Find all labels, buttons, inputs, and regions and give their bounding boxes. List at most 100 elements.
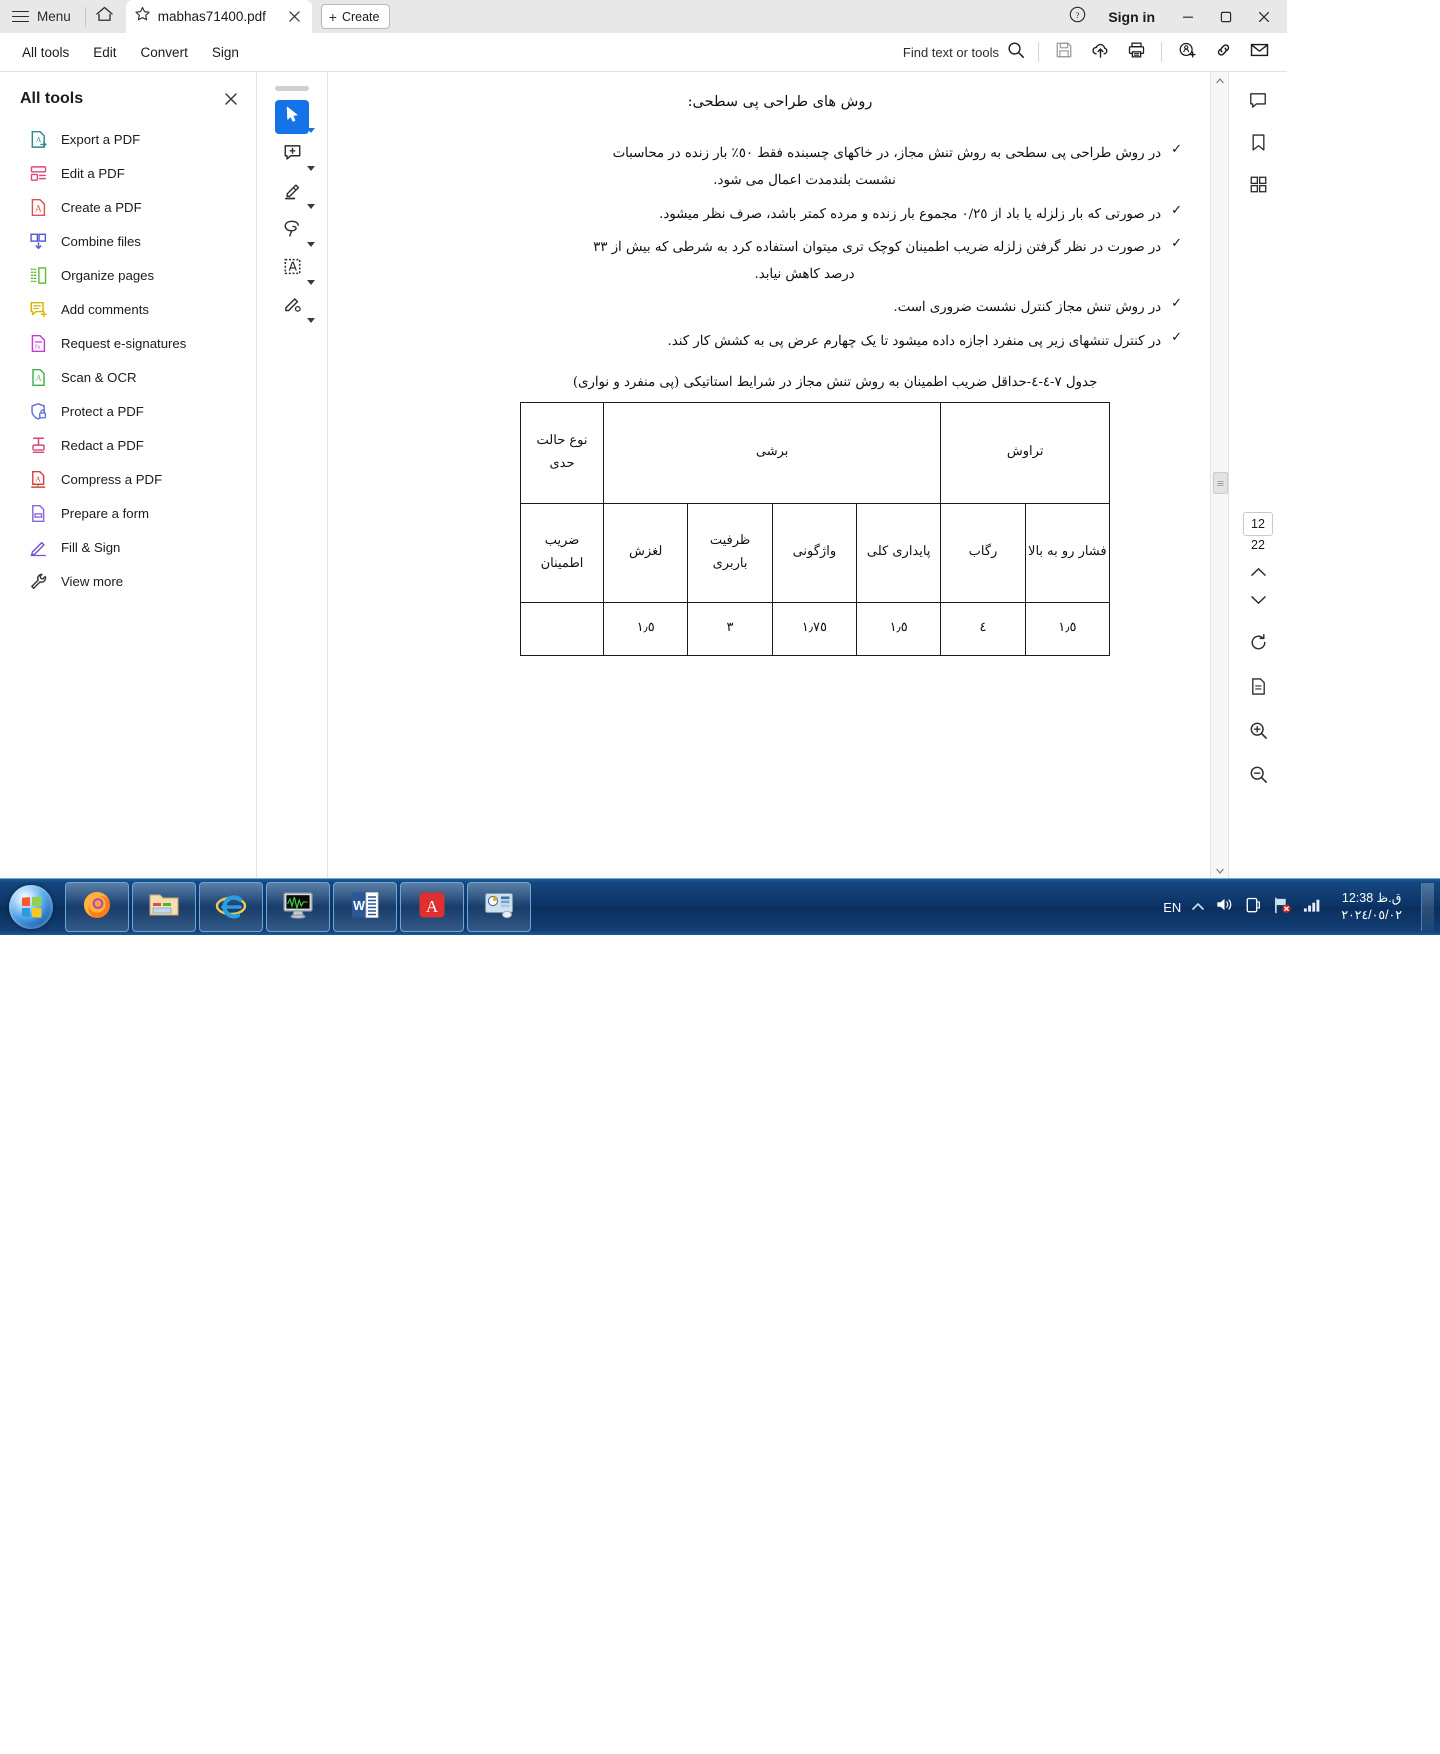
tool-create-a-pdf[interactable]: A Create a PDF [0, 190, 256, 224]
tool-combine-files[interactable]: Combine files [0, 224, 256, 258]
table-row: ١٫٥ ٤ ١٫٥ ١٫٧٥ ٣ ١٫٥ [520, 601, 1111, 656]
scroll-down-arrow[interactable] [1211, 862, 1228, 879]
divider [1038, 42, 1039, 62]
edit-pdf-icon [28, 163, 48, 183]
show-desktop-button[interactable] [1421, 883, 1434, 931]
email-button[interactable] [1241, 37, 1277, 67]
volume-icon[interactable] [1215, 896, 1234, 918]
acrobat-taskbar-button[interactable]: A [400, 882, 464, 932]
acrobat-taskbar-icon: A [417, 890, 447, 925]
tool-label: Combine files [61, 233, 141, 249]
tool-view-more[interactable]: View more [0, 564, 256, 598]
word-taskbar-button[interactable]: W [333, 882, 397, 932]
utility-taskbar-button[interactable] [467, 882, 531, 932]
language-indicator[interactable]: EN [1163, 900, 1181, 915]
tool-edit-a-pdf[interactable]: Edit a PDF [0, 156, 256, 190]
signal-icon[interactable] [1303, 897, 1322, 918]
rotate-button[interactable] [1241, 628, 1275, 662]
sign-in-button[interactable]: Sign in [1094, 9, 1169, 25]
file-explorer-taskbar-button[interactable] [132, 882, 196, 932]
text-edit-tool-button[interactable] [275, 252, 315, 286]
close-button[interactable] [1245, 0, 1283, 33]
show-hidden-icon[interactable] [1192, 898, 1205, 916]
value-cell: ١٫٥ [856, 601, 942, 656]
menu-button[interactable]: Menu [0, 0, 81, 33]
minimize-button[interactable] [1169, 0, 1207, 33]
select-tool-button[interactable] [275, 100, 315, 134]
svg-text:fx: fx [34, 343, 40, 350]
bullet-item: ✓ در روش تنش مجاز کنترل نشست ضروری است. [448, 294, 1182, 321]
link-button[interactable] [1205, 37, 1241, 67]
next-page-button[interactable] [1241, 588, 1275, 614]
power-icon[interactable] [1245, 896, 1262, 919]
help-button[interactable]: ? [1060, 0, 1094, 33]
tool-compress-a-pdf[interactable]: A Compress a PDF [0, 462, 256, 496]
document-viewer[interactable]: روش های طراحی پی سطحی: ✓ در روش طراحی پی… [328, 72, 1228, 879]
add-stamp-button[interactable] [1169, 37, 1205, 67]
tool-export-a-pdf[interactable]: A Export a PDF [0, 122, 256, 156]
system-tray: EN 12:38 ق.ظ ٢٠٢٤/٠٥/٠٢ [1163, 883, 1440, 931]
bookmark-button[interactable] [1241, 128, 1275, 162]
internet-explorer-taskbar-icon [214, 890, 248, 925]
page-fit-button[interactable] [1241, 672, 1275, 706]
tool-redact-a-pdf[interactable]: Redact a PDF [0, 428, 256, 462]
comment-panel-button[interactable] [1241, 86, 1275, 120]
fill-sign-icon [28, 537, 48, 557]
utility-taskbar-icon [483, 891, 515, 924]
cmd-edit[interactable]: Edit [81, 40, 128, 65]
tool-scan-and-ocr[interactable]: A Scan & OCR [0, 360, 256, 394]
create-button[interactable]: + Create [320, 4, 390, 29]
close-panel-icon[interactable] [220, 88, 242, 110]
cmd-all-tools[interactable]: All tools [10, 40, 81, 65]
cmd-sign[interactable]: Sign [200, 40, 251, 65]
internet-explorer-taskbar-button[interactable] [199, 882, 263, 932]
tool-protect-a-pdf[interactable]: Protect a PDF [0, 394, 256, 428]
tool-label: Scan & OCR [61, 369, 137, 385]
print-button[interactable] [1118, 37, 1154, 67]
highlight-tool-button[interactable] [275, 176, 315, 210]
firefox-taskbar-button[interactable] [65, 882, 129, 932]
tool-label: Export a PDF [61, 131, 141, 147]
group-header-cell: نوع حالت حدی [520, 401, 604, 504]
previous-page-button[interactable] [1241, 560, 1275, 586]
thumbnails-button[interactable] [1241, 170, 1275, 204]
comment-tool-button[interactable] [275, 138, 315, 172]
cloud-upload-button[interactable] [1082, 37, 1118, 67]
email-icon [1250, 42, 1269, 63]
page-number-input[interactable]: 12 [1243, 512, 1273, 536]
save-button[interactable] [1046, 37, 1082, 67]
draw-tool-button[interactable] [275, 214, 315, 248]
tool-organize-pages[interactable]: Organize pages [0, 258, 256, 292]
clock[interactable]: 12:38 ق.ظ ٢٠٢٤/٠٥/٠٢ [1333, 890, 1410, 924]
document-tab[interactable]: mabhas71400.pdf [125, 0, 312, 33]
all-tools-panel: All tools A Export a PDF Edit a PDF A Cr… [0, 72, 257, 879]
divider [84, 6, 86, 27]
tool-add-comments[interactable]: Add comments [0, 292, 256, 326]
start-button[interactable] [2, 881, 60, 933]
tab-close-icon[interactable] [286, 8, 304, 26]
cmd-convert[interactable]: Convert [129, 40, 200, 65]
home-button[interactable] [90, 2, 120, 32]
scrollbar-thumb[interactable] [1213, 472, 1228, 494]
document-scrollbar[interactable] [1210, 72, 1228, 879]
find-label: Find text or tools [902, 44, 999, 60]
chevron-down-icon [1250, 592, 1266, 610]
maximize-button[interactable] [1207, 0, 1245, 33]
monitor-taskbar-icon [281, 891, 315, 924]
zoom-out-button[interactable] [1241, 760, 1275, 794]
fill-sign-tool-button[interactable] [275, 290, 315, 324]
header-cell: لغزش [602, 502, 689, 603]
tool-request-e-signatures[interactable]: fx Request e-signatures [0, 326, 256, 360]
star-icon[interactable] [134, 6, 151, 28]
tool-prepare-a-form[interactable]: Prepare a form [0, 496, 256, 530]
network-flag-icon[interactable] [1273, 896, 1292, 919]
find-button[interactable]: Find text or tools [903, 41, 1025, 64]
tool-fill-and-sign[interactable]: Fill & Sign [0, 530, 256, 564]
command-bar-menus: All tools Edit Convert Sign [0, 40, 251, 65]
chevron-up-icon [1250, 564, 1266, 582]
tool-label: Add comments [61, 301, 149, 317]
zoom-in-button[interactable] [1241, 716, 1275, 750]
scroll-up-arrow[interactable] [1211, 72, 1228, 89]
toolbar-drag-handle[interactable] [275, 86, 309, 91]
monitor-taskbar-button[interactable] [266, 882, 330, 932]
